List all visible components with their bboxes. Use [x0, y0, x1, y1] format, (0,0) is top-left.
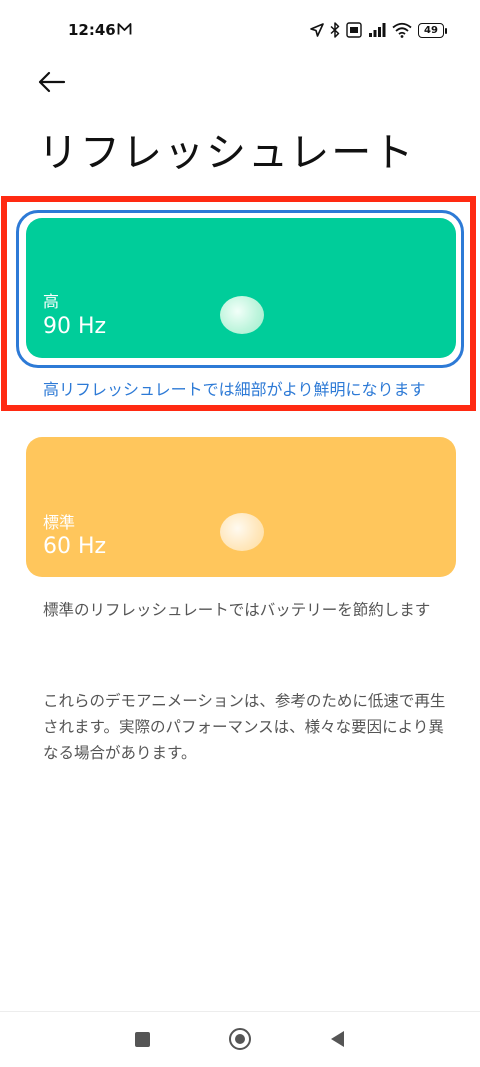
- bluetooth-icon: [330, 22, 340, 38]
- location-icon: [310, 23, 324, 37]
- navigation-bar: [0, 1011, 480, 1067]
- status-time: 12:46: [68, 21, 116, 39]
- animation-ball-standard: [220, 513, 264, 551]
- option-label-high: 高: [43, 292, 60, 311]
- demo-note: これらのデモアニメーションは、参考のために低速で再生されます。実際のパフォーマン…: [43, 692, 446, 762]
- status-bar: 12:46 49: [0, 0, 480, 60]
- option-description-standard: 標準のリフレッシュレートではバッテリーを節約します: [43, 601, 431, 619]
- animation-ball-high: [220, 296, 264, 334]
- option-value-high: 90 Hz: [43, 314, 107, 339]
- option-label-standard: 標準: [43, 513, 76, 532]
- back-arrow-icon[interactable]: [36, 66, 68, 98]
- back-triangle-icon[interactable]: [331, 1031, 344, 1047]
- refresh-rate-screen: 12:46 49 リフレッシュレート 高 90 Hz 高リフレッシュレートでは細…: [0, 0, 480, 1067]
- mail-icon: [117, 23, 132, 35]
- battery-icon: 49: [418, 22, 447, 38]
- volte-icon: [346, 22, 362, 38]
- option-description-high: 高リフレッシュレートでは細部がより鮮明になります: [43, 380, 426, 399]
- option-value-standard: 60 Hz: [43, 534, 107, 559]
- signal-icon: [368, 22, 386, 38]
- status-icons: 49: [310, 19, 447, 41]
- recents-square-icon[interactable]: [135, 1032, 150, 1047]
- option-card-high[interactable]: 高 90 Hz: [26, 218, 456, 358]
- home-circle-icon[interactable]: [229, 1028, 251, 1050]
- wifi-icon: [392, 22, 412, 38]
- option-card-standard[interactable]: 標準 60 Hz: [26, 437, 456, 577]
- page-title: リフレッシュレート: [38, 130, 416, 176]
- battery-level: 49: [424, 24, 438, 36]
